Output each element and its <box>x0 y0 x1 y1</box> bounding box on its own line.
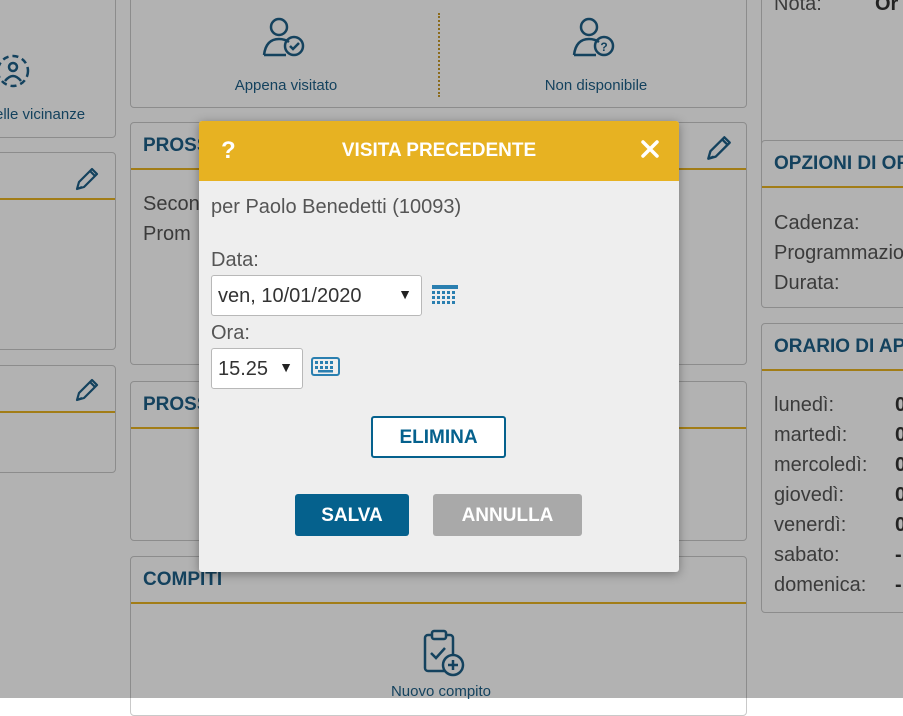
dialog-header: ? VISITA PRECEDENTE <box>199 121 679 181</box>
date-label: Data: <box>211 249 259 271</box>
dialog-title: VISITA PRECEDENTE <box>341 140 537 161</box>
save-button[interactable]: SALVA <box>295 494 409 536</box>
time-select[interactable]: 15.25 ▼ <box>211 348 303 389</box>
time-value: 15.25 <box>218 358 269 380</box>
date-value: ven, 10/01/2020 <box>218 285 362 307</box>
date-select[interactable]: ven, 10/01/2020 ▼ <box>211 275 422 316</box>
dialog-subtitle: per Paolo Benedetti (10093) <box>211 196 462 218</box>
dropdown-caret-icon: ▼ <box>398 286 412 302</box>
delete-button[interactable]: ELIMINA <box>371 416 506 458</box>
keyboard-icon[interactable] <box>311 357 340 381</box>
previous-visit-dialog: ? VISITA PRECEDENTE per Paolo Benedetti … <box>199 121 679 572</box>
cancel-button[interactable]: ANNULLA <box>433 494 582 536</box>
dropdown-caret-icon: ▼ <box>279 359 293 375</box>
calendar-icon[interactable] <box>431 284 459 311</box>
time-label: Ora: <box>211 322 250 344</box>
close-icon[interactable] <box>639 138 661 165</box>
